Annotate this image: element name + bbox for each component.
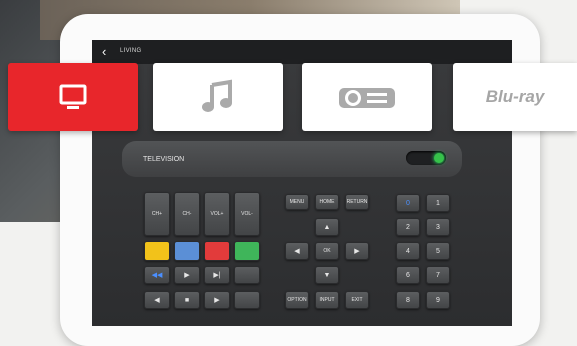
menu-button[interactable]: MENU <box>285 194 309 210</box>
panel-label: TELEVISION <box>143 156 185 163</box>
top-bar <box>92 40 512 64</box>
blank-button[interactable] <box>234 266 260 284</box>
play-icon: ▶ <box>184 272 190 279</box>
channel-down-button[interactable]: CH- <box>174 192 200 236</box>
option-button[interactable]: OPTION <box>285 291 309 309</box>
key-4[interactable]: 4 <box>396 242 420 260</box>
blank-button-2[interactable] <box>234 291 260 309</box>
arrow-left-icon: ◀ <box>294 248 300 255</box>
key-3[interactable]: 3 <box>426 218 450 236</box>
arrow-down-icon: ▼ <box>323 271 331 279</box>
up-button[interactable]: ▲ <box>315 218 339 236</box>
blue-button[interactable] <box>174 241 200 261</box>
channel-up-button[interactable]: CH+ <box>144 192 170 236</box>
volume-down-button[interactable]: VOL- <box>234 192 260 236</box>
source-card-music[interactable] <box>153 63 283 131</box>
return-button[interactable]: RETURN <box>345 194 369 210</box>
arrow-up-icon: ▲ <box>323 223 331 231</box>
projector-icon <box>339 88 395 108</box>
key-8[interactable]: 8 <box>396 291 420 309</box>
source-card-bluray[interactable]: Blu-ray <box>453 63 577 131</box>
next-icon: ▶| <box>213 272 221 279</box>
skip-icon: ▶ <box>214 297 220 304</box>
stop-icon: ■ <box>184 296 190 304</box>
exit-button[interactable]: EXIT <box>345 291 369 309</box>
yellow-button[interactable] <box>144 241 170 261</box>
rewind-icon: ◀◀ <box>151 272 163 279</box>
key-2[interactable]: 2 <box>396 218 420 236</box>
rewind-button[interactable]: ◀◀ <box>144 266 170 284</box>
stop-button[interactable]: ■ <box>174 291 200 309</box>
input-button[interactable]: INPUT <box>315 291 339 309</box>
home-button[interactable]: HOME <box>315 194 339 210</box>
previous-icon: ◀ <box>154 297 160 304</box>
red-button[interactable] <box>204 241 230 261</box>
arrow-right-icon: ▶ <box>354 248 360 255</box>
previous-button[interactable]: ◀ <box>144 291 170 309</box>
key-7[interactable]: 7 <box>426 266 450 284</box>
key-6[interactable]: 6 <box>396 266 420 284</box>
right-button[interactable]: ▶ <box>345 242 369 260</box>
key-1[interactable]: 1 <box>426 194 450 212</box>
music-note-icon <box>202 79 232 112</box>
key-9[interactable]: 9 <box>426 291 450 309</box>
play-button[interactable]: ▶ <box>174 266 200 284</box>
tv-icon <box>59 84 87 109</box>
room-title: LIVING <box>120 48 142 54</box>
key-5[interactable]: 5 <box>426 242 450 260</box>
down-button[interactable]: ▼ <box>315 266 339 284</box>
bluray-logo: Blu-ray <box>485 87 545 106</box>
skip-button[interactable]: ▶ <box>204 291 230 309</box>
source-card-projector[interactable] <box>302 63 432 131</box>
next-button[interactable]: ▶| <box>204 266 230 284</box>
volume-up-button[interactable]: VOL+ <box>204 192 230 236</box>
key-0[interactable]: 0 <box>396 194 420 212</box>
source-card-television[interactable] <box>8 63 138 131</box>
toggle-knob <box>434 153 444 163</box>
left-button[interactable]: ◀ <box>285 242 309 260</box>
ok-button[interactable]: OK <box>315 242 339 260</box>
power-toggle[interactable] <box>406 151 446 165</box>
green-button[interactable] <box>234 241 260 261</box>
chevron-left-icon[interactable]: ‹ <box>102 44 116 60</box>
